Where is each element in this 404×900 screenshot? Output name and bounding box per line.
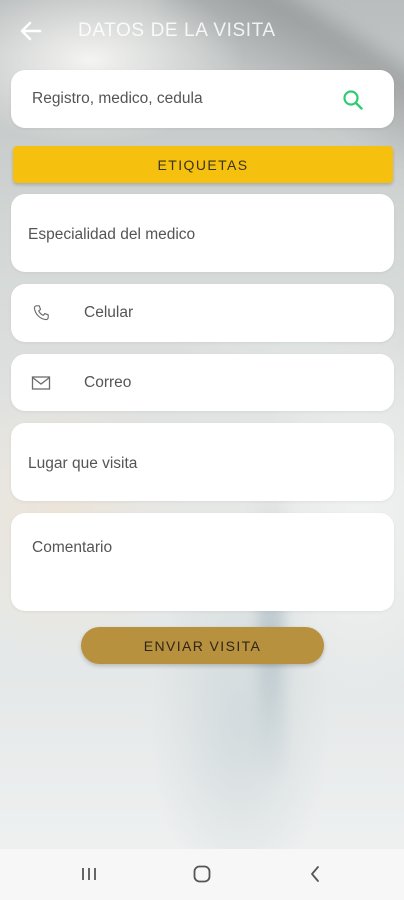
celular-field[interactable]: Celular bbox=[11, 284, 394, 342]
correo-input[interactable]: Correo bbox=[84, 374, 131, 392]
recents-icon bbox=[82, 868, 96, 880]
lugar-field[interactable]: Lugar que visita bbox=[11, 423, 394, 501]
home-icon bbox=[193, 865, 211, 883]
home-button[interactable] bbox=[190, 863, 214, 885]
search-icon[interactable] bbox=[342, 89, 364, 111]
back-button[interactable] bbox=[16, 16, 46, 46]
etiquetas-button[interactable]: ETIQUETAS bbox=[13, 146, 393, 183]
search-field[interactable]: Registro, medico, cedula bbox=[11, 70, 394, 128]
especialidad-field[interactable]: Especialidad del medico bbox=[11, 194, 394, 272]
celular-input[interactable]: Celular bbox=[84, 304, 133, 322]
phone-icon bbox=[33, 305, 49, 321]
back-nav-button[interactable] bbox=[303, 863, 327, 885]
arrow-left-icon bbox=[20, 21, 42, 41]
comentario-field[interactable]: Comentario bbox=[11, 513, 394, 611]
correo-field[interactable]: Correo bbox=[11, 354, 394, 411]
lugar-input[interactable]: Lugar que visita bbox=[28, 455, 137, 473]
etiquetas-label: ETIQUETAS bbox=[157, 156, 249, 173]
system-nav-bar bbox=[0, 849, 404, 900]
search-input[interactable]: Registro, medico, cedula bbox=[32, 90, 203, 108]
enviar-visita-label: ENVIAR VISITA bbox=[143, 637, 262, 654]
page-title: DATOS DE LA VISITA bbox=[78, 20, 276, 41]
back-icon bbox=[311, 866, 319, 882]
especialidad-input[interactable]: Especialidad del medico bbox=[28, 226, 195, 244]
mail-icon bbox=[31, 376, 51, 390]
recents-button[interactable] bbox=[77, 863, 101, 885]
enviar-visita-button[interactable]: ENVIAR VISITA bbox=[81, 627, 324, 664]
app-header: DATOS DE LA VISITA bbox=[0, 0, 404, 62]
comentario-input[interactable]: Comentario bbox=[32, 539, 112, 557]
